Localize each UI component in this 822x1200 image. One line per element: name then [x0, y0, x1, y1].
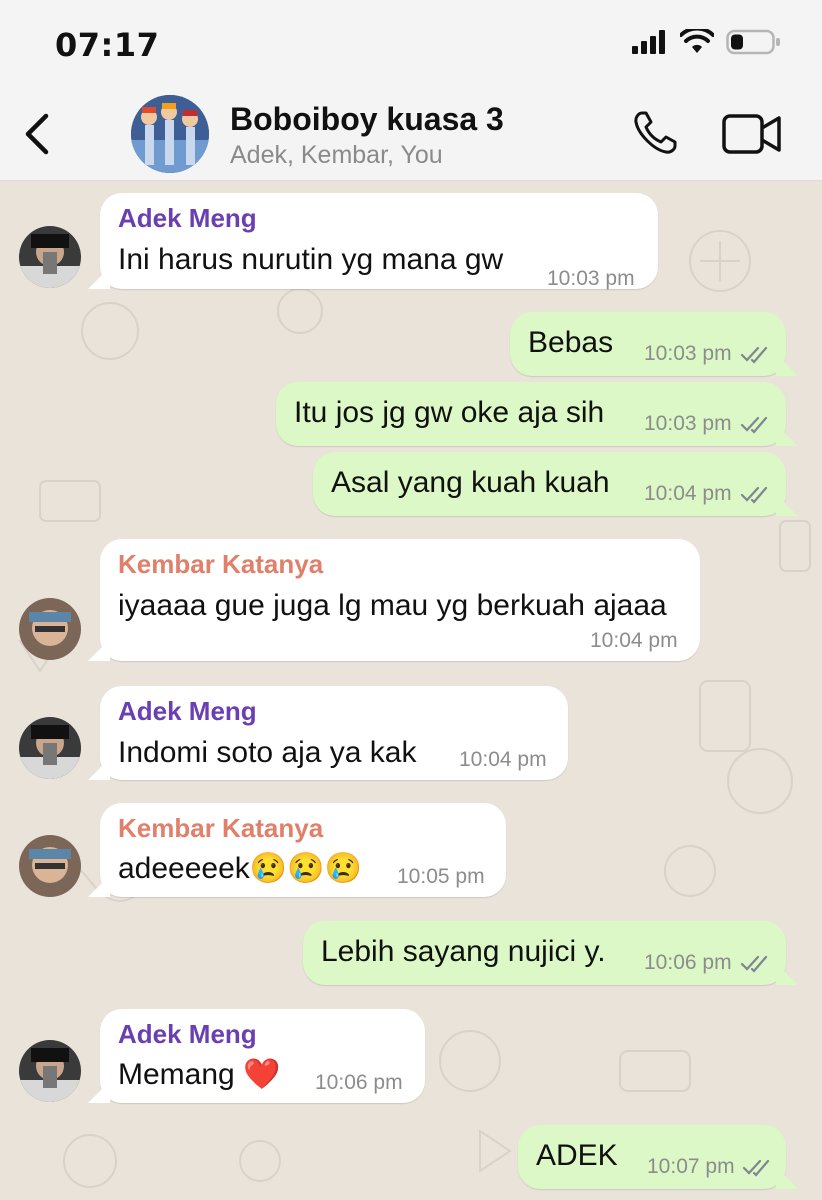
read-receipt-icon — [742, 1159, 770, 1177]
sender-name: Kembar Katanya — [118, 549, 324, 579]
message-bubble-outgoing[interactable]: Asal yang kuah kuah 10:04 pm — [313, 452, 786, 516]
message-text: Indomi soto aja ya kak — [118, 736, 417, 769]
message-text: Itu jos jg gw oke aja sih — [294, 396, 605, 429]
message-text: Memang ❤️ — [118, 1058, 281, 1091]
message-text: adeeeeek😢😢😢 — [118, 852, 362, 885]
group-avatar[interactable] — [131, 95, 209, 173]
message-bubble-outgoing[interactable]: Lebih sayang nujici y. 10:06 pm — [303, 921, 786, 985]
voice-call-icon[interactable] — [630, 108, 680, 158]
message-time: 10:03 pm — [547, 267, 635, 290]
avatar-adek[interactable] — [19, 1040, 81, 1102]
sender-name: Kembar Katanya — [118, 813, 324, 843]
message-text: Asal yang kuah kuah — [331, 466, 610, 499]
group-members: Adek, Kembar, You — [230, 141, 443, 169]
signal-icon — [632, 30, 665, 54]
message-time: 10:05 pm — [397, 865, 485, 888]
read-receipt-icon — [740, 955, 768, 973]
message-time: 10:04 pm — [644, 482, 732, 505]
avatar-adek[interactable] — [19, 226, 81, 288]
group-title[interactable]: Boboiboy kuasa 3 — [230, 101, 504, 138]
avatar-adek[interactable] — [19, 717, 81, 779]
message-list[interactable]: Adek Meng Ini harus nurutin yg mana gw 1… — [0, 181, 822, 1200]
video-call-icon[interactable] — [722, 112, 782, 156]
message-text: Lebih sayang nujici y. — [321, 935, 606, 968]
message-time: 10:03 pm — [644, 342, 732, 365]
sender-name: Adek Meng — [118, 1019, 257, 1049]
avatar-kembar[interactable] — [19, 835, 81, 897]
status-bar: 07:17 — [0, 0, 822, 88]
message-time: 10:04 pm — [459, 748, 547, 771]
message-bubble-incoming[interactable]: Kembar Katanya adeeeeek😢😢😢 10:05 pm — [100, 803, 506, 897]
message-time: 10:04 pm — [590, 629, 678, 652]
message-text: ADEK — [536, 1139, 618, 1172]
message-time: 10:03 pm — [644, 412, 732, 435]
message-text: Ini harus nurutin yg mana gw — [118, 243, 504, 276]
chat-header: Boboiboy kuasa 3 Adek, Kembar, You — [0, 88, 822, 181]
back-chevron-icon[interactable] — [18, 110, 58, 158]
read-receipt-icon — [740, 416, 768, 434]
read-receipt-icon — [740, 346, 768, 364]
group-avatar-image — [131, 95, 209, 173]
sender-name: Adek Meng — [118, 696, 257, 726]
sender-name: Adek Meng — [118, 203, 257, 233]
message-bubble-incoming[interactable]: Kembar Katanya iyaaaa gue juga lg mau yg… — [100, 539, 700, 661]
avatar-kembar[interactable] — [19, 598, 81, 660]
message-text: iyaaaa gue juga lg mau yg berkuah ajaaa — [118, 589, 667, 622]
message-bubble-incoming[interactable]: Adek Meng Memang ❤️ 10:06 pm — [100, 1009, 425, 1103]
status-time: 07:17 — [55, 26, 160, 64]
message-bubble-outgoing[interactable]: ADEK 10:07 pm — [518, 1125, 786, 1189]
message-bubble-incoming[interactable]: Adek Meng Ini harus nurutin yg mana gw 1… — [100, 193, 658, 290]
message-bubble-incoming[interactable]: Adek Meng Indomi soto aja ya kak 10:04 p… — [100, 686, 568, 780]
read-receipt-icon — [740, 486, 768, 504]
message-time: 10:06 pm — [315, 1071, 403, 1094]
message-time: 10:07 pm — [647, 1155, 735, 1178]
battery-icon — [726, 29, 780, 55]
message-time: 10:06 pm — [644, 951, 732, 974]
message-text: Bebas — [528, 326, 614, 359]
wifi-icon — [680, 29, 714, 53]
message-bubble-outgoing[interactable]: Bebas 10:03 pm — [510, 312, 786, 376]
message-bubble-outgoing[interactable]: Itu jos jg gw oke aja sih 10:03 pm — [276, 382, 786, 446]
